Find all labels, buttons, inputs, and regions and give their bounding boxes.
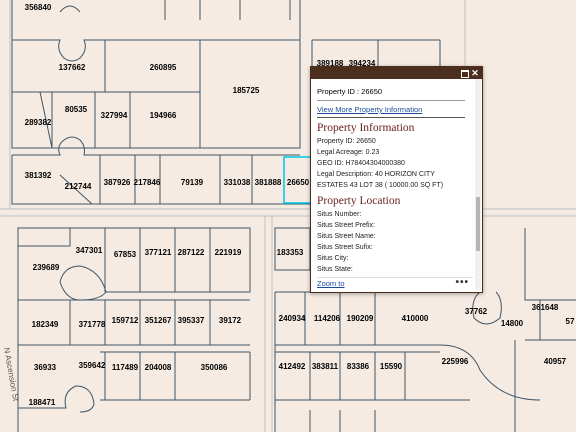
parcel-label[interactable]: 37762 (465, 307, 488, 316)
parcel-label[interactable]: 79139 (181, 178, 204, 187)
section-heading-property-information: Property Information (317, 122, 415, 134)
parcel-label[interactable]: 240934 (279, 314, 306, 323)
parcel-label[interactable]: 57 (566, 317, 575, 326)
parcel-label[interactable]: 14800 (501, 319, 524, 328)
parcel-label[interactable]: 381392 (25, 171, 52, 180)
parcel-label[interactable]: 361648 (532, 303, 559, 312)
parcel-label[interactable]: 83386 (347, 362, 370, 371)
parcel-label[interactable]: 15590 (380, 362, 403, 371)
legal-acreage-field: Legal Acreage: 0.23 (317, 149, 380, 156)
property-id-field: Property ID: 26650 (317, 138, 376, 145)
parcel-label[interactable]: 80535 (65, 105, 88, 114)
parcel-label[interactable]: 159712 (112, 316, 139, 325)
popup-body[interactable]: Property ID : 26650 View More Property I… (311, 79, 473, 278)
zoom-to-link[interactable]: Zoom to (317, 279, 345, 288)
parcel-label[interactable]: 204008 (145, 363, 172, 372)
popup-footer: Zoom to ••• (317, 277, 473, 292)
maximize-icon[interactable] (459, 68, 469, 78)
parcel-label[interactable]: 183353 (277, 248, 304, 257)
popup-scrollbar[interactable] (475, 79, 481, 290)
parcel-label[interactable]: 221919 (215, 248, 242, 257)
situs-street-prefix-field: Situs Street Prefix: (317, 222, 375, 229)
parcel-label[interactable]: 26650 (287, 178, 310, 187)
parcel-label[interactable]: 185725 (233, 86, 260, 95)
popup-titlebar: ✕ (311, 67, 482, 79)
parcel-label[interactable]: 260895 (150, 63, 177, 72)
situs-city-field: Situs City: (317, 255, 349, 262)
parcel-label[interactable]: 350086 (201, 363, 228, 372)
parcel-label[interactable]: 387926 (104, 178, 131, 187)
parcel-label[interactable]: 383811 (312, 362, 339, 371)
scrollbar-thumb[interactable] (476, 197, 480, 251)
parcel-label[interactable]: 412492 (279, 362, 306, 371)
parcel-label[interactable]: 182349 (32, 320, 59, 329)
parcel-label[interactable]: 289382 (25, 118, 52, 127)
parcel-label[interactable]: 67853 (114, 250, 137, 259)
parcel-label[interactable]: 194966 (150, 111, 177, 120)
situs-number-field: Situs Number: (317, 211, 362, 218)
parcel-label[interactable]: 371778 (79, 320, 106, 329)
parcel-label[interactable]: 212744 (65, 182, 92, 191)
parcel-label[interactable]: 351267 (145, 316, 172, 325)
parcel-label[interactable]: 39172 (219, 316, 242, 325)
parcel-label[interactable]: 114206 (314, 314, 341, 323)
parcel-label[interactable]: 377121 (145, 248, 172, 257)
parcel-label[interactable]: 395337 (178, 316, 205, 325)
divider (317, 117, 465, 118)
parcel-label[interactable]: 347301 (76, 246, 103, 255)
situs-street-name-field: Situs Street Name: (317, 233, 376, 240)
parcel-label[interactable]: 327994 (101, 111, 128, 120)
section-heading-property-location: Property Location (317, 195, 401, 207)
view-more-link[interactable]: View More Property Information (317, 105, 467, 114)
property-popup: ✕ Property ID : 26650 View More Property… (310, 66, 483, 293)
parcel-label[interactable]: 381888 (255, 178, 282, 187)
parcel-label[interactable]: 356840 (25, 3, 52, 12)
parcel-label[interactable]: 36933 (34, 363, 57, 372)
parcel-label[interactable]: 225996 (442, 357, 469, 366)
parcel-label[interactable]: 359642 (79, 361, 106, 370)
popup-title: Property ID : 26650 (317, 87, 465, 101)
situs-state-field: Situs State: (317, 266, 353, 273)
legal-description-field: Legal Description: 40 HORIZON CITY ESTAT… (317, 171, 444, 189)
geo-id-field: GEO ID: H78404304000380 (317, 160, 405, 167)
parcel-label[interactable]: 188471 (29, 398, 56, 407)
parcel-label[interactable]: 117489 (112, 363, 139, 372)
more-options-icon[interactable]: ••• (455, 277, 469, 288)
parcel-label[interactable]: 217846 (134, 178, 161, 187)
parcel-map[interactable]: 356840 137662 260895 185725 80535 289382… (0, 0, 576, 432)
parcel-label[interactable]: 190209 (347, 314, 374, 323)
parcel-label[interactable]: 137662 (59, 63, 86, 72)
parcel-label[interactable]: 331038 (224, 178, 251, 187)
parcel-label[interactable]: 40957 (544, 357, 567, 366)
parcel-label[interactable]: 287122 (178, 248, 205, 257)
parcel-label[interactable]: 239689 (33, 263, 60, 272)
parcel-label[interactable]: 410000 (402, 314, 429, 323)
parcel-map-svg[interactable]: 356840 137662 260895 185725 80535 289382… (0, 0, 576, 432)
close-icon[interactable]: ✕ (470, 68, 480, 78)
situs-street-suffix-field: Situs Street Sufix: (317, 244, 373, 251)
